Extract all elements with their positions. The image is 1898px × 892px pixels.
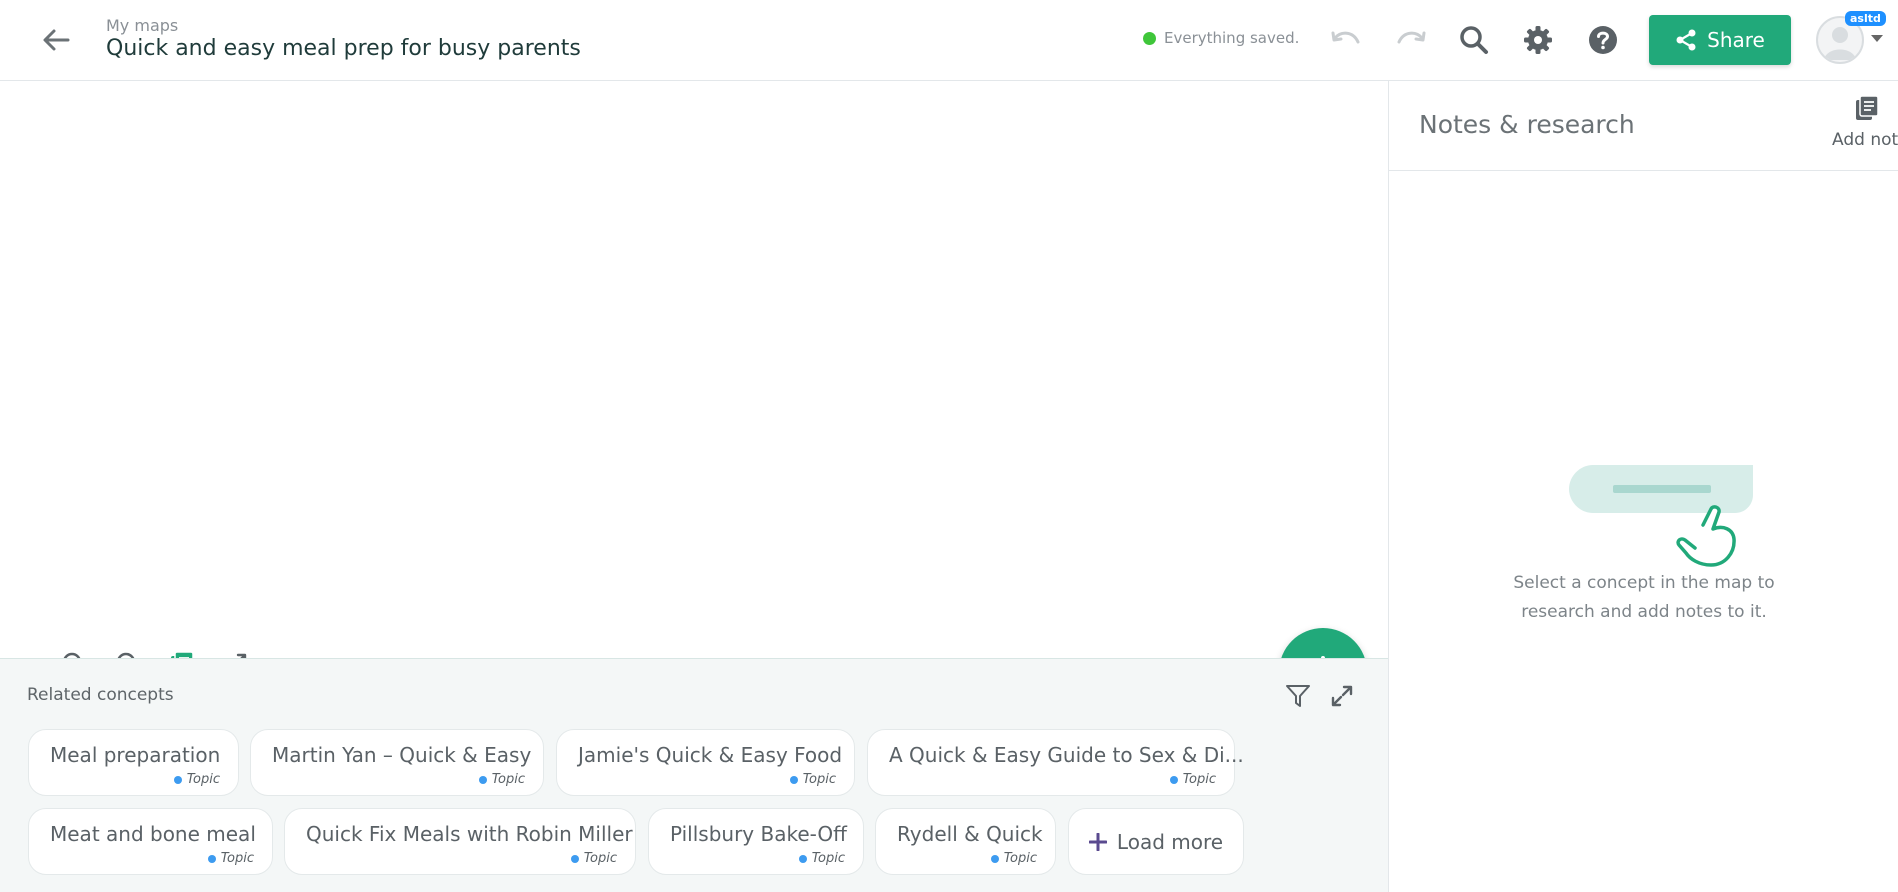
topic-dot (990, 854, 999, 863)
plus-icon (1088, 832, 1107, 851)
concept-type-label: Topic (220, 851, 254, 866)
concept-chip[interactable]: A Quick & Easy Guide to Sex & Di... Topi… (867, 729, 1244, 796)
share-icon (1676, 29, 1696, 51)
redo-icon (1397, 31, 1426, 44)
concept-label: Pillsbury Bake-Off (670, 822, 847, 846)
breadcrumb[interactable]: My maps (106, 16, 178, 35)
concept-type-label: Topic (583, 851, 617, 866)
concept-type-label: Topic (1003, 851, 1037, 866)
topic-dot (798, 854, 807, 863)
undo-button[interactable] (1327, 21, 1365, 59)
filter-button[interactable] (1283, 681, 1313, 711)
concept-type: Topic (207, 851, 254, 866)
page-title[interactable]: Quick and easy meal prep for busy parent… (106, 36, 581, 61)
concept-type-label: Topic (802, 772, 836, 787)
help-icon (1589, 26, 1617, 54)
concept-type: Topic (789, 772, 836, 787)
map-canvas[interactable] (0, 81, 1388, 716)
concept-type: Topic (990, 851, 1037, 866)
save-status: Everything saved. (1143, 29, 1299, 47)
topic-dot (570, 854, 579, 863)
concept-label: Meat and bone meal (50, 822, 256, 846)
add-note-icon (1856, 95, 1879, 120)
account-badge: asltd (1845, 11, 1886, 26)
concept-chip[interactable]: Rydell & Quick Topic (875, 808, 1056, 875)
topic-dot (478, 775, 487, 784)
help-button[interactable] (1584, 21, 1622, 59)
concept-label: Martin Yan – Quick & Easy (272, 743, 532, 767)
concept-label: Quick Fix Meals with Robin Miller (306, 822, 633, 846)
search-icon (1460, 26, 1488, 54)
concept-chip[interactable]: Pillsbury Bake-Off Topic (648, 808, 864, 875)
load-more-label: Load more (1116, 829, 1224, 854)
concept-type-label: Topic (1182, 772, 1216, 787)
share-button[interactable]: Share (1649, 15, 1791, 65)
concept-chip[interactable]: Quick Fix Meals with Robin Miller Topic (284, 808, 636, 875)
concept-type: Topic (570, 851, 617, 866)
share-label: Share (1707, 28, 1765, 52)
filter-icon (1286, 685, 1310, 707)
related-concepts-panel: Related concepts Meal preparation Topic … (0, 658, 1388, 892)
save-status-text: Everything saved. (1164, 29, 1300, 47)
load-more-button[interactable]: Load more (1068, 808, 1244, 875)
concept-chip[interactable]: Martin Yan – Quick & Easy Topic (250, 729, 544, 796)
settings-button[interactable] (1519, 21, 1557, 59)
topic-dot (207, 854, 216, 863)
concept-chip[interactable]: Meal preparation Topic (28, 729, 239, 796)
topic-dot (1169, 775, 1178, 784)
back-arrow-icon (43, 29, 70, 51)
concept-type: Topic (1169, 772, 1216, 787)
notes-title: Notes & research (1419, 110, 1635, 139)
concept-type: Topic (478, 772, 525, 787)
concept-type-label: Topic (186, 772, 220, 787)
status-dot (1143, 31, 1156, 45)
concept-chip[interactable]: Jamie's Quick & Easy Food Topic (556, 729, 855, 796)
concept-chip[interactable]: Meat and bone meal Topic (28, 808, 273, 875)
gear-icon (1524, 26, 1552, 54)
undo-icon (1331, 31, 1360, 44)
top-bar: My maps Quick and easy meal prep for bus… (0, 0, 1898, 81)
notes-header: Notes & research Add note (1389, 81, 1898, 171)
concept-label: Rydell & Quick (897, 822, 1043, 846)
back-button[interactable] (38, 22, 74, 58)
concept-type-label: Topic (491, 772, 525, 787)
concept-type: Topic (798, 851, 845, 866)
concept-type: Topic (173, 772, 220, 787)
chevron-down-icon[interactable] (1871, 35, 1883, 42)
expand-icon (1331, 685, 1353, 707)
add-note-label: Add note (1832, 130, 1898, 150)
concept-label: A Quick & Easy Guide to Sex & Di... (889, 743, 1244, 767)
expand-panel-button[interactable] (1327, 681, 1357, 711)
search-button[interactable] (1455, 21, 1493, 59)
notes-panel: Notes & research Add note Select a conce… (1388, 81, 1898, 892)
notes-empty-hint: Select a concept in the map to research … (1513, 573, 1775, 622)
related-concepts-title: Related concepts (27, 685, 174, 705)
concept-type-label: Topic (811, 851, 845, 866)
concept-label: Meal preparation (50, 743, 221, 767)
redo-button[interactable] (1392, 21, 1430, 59)
topic-dot (173, 775, 182, 784)
topic-dot (789, 775, 798, 784)
concept-label: Jamie's Quick & Easy Food (578, 743, 843, 767)
select-concept-illustration (1569, 465, 1753, 567)
